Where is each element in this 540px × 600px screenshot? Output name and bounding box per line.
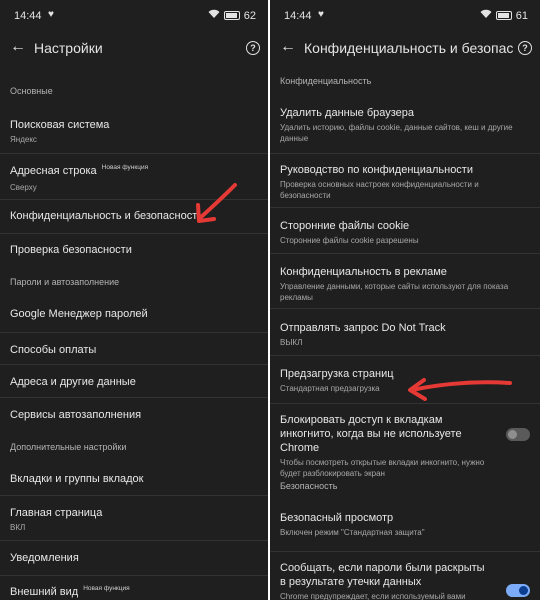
item-subtitle: Сверху [10,183,37,192]
item-title: Вкладки и группы вкладок [10,473,144,485]
settings-item-lock-incognito[interactable]: Блокировать доступ к вкладкам инкогнито,… [270,403,540,479]
section-header-advanced: Дополнительные настройки [0,442,268,452]
section-label: Пароли и автозаполнение [10,277,120,287]
item-subtitle: Управление данными, которые сайты исполь… [280,282,509,302]
item-title: Конфиденциальность в рекламе [280,266,447,278]
section-label: Дополнительные настройки [10,442,127,452]
section-label: Конфиденциальность [280,76,372,86]
settings-item-notifications[interactable]: Уведомления [0,540,268,565]
settings-item-autofill-services[interactable]: Сервисы автозаполнения [0,397,268,422]
page-title: Конфиденциальность и безопас... [304,40,514,56]
item-subtitle: Сторонние файлы cookie разрешены [280,236,419,245]
item-title: Блокировать доступ к вкладкам инкогнито,… [280,414,462,454]
item-subtitle: ВКЛ [10,523,26,532]
settings-item-preload-pages[interactable]: Предзагрузка страниц Стандартная предзаг… [270,355,540,394]
item-title: Уведомления [10,552,79,564]
item-title: Внешний вид [10,586,79,598]
lock-incognito-toggle[interactable] [506,428,530,441]
item-title: Google Менеджер паролей [10,308,148,320]
status-time: 14:44 [284,10,312,22]
help-icon[interactable]: ? [518,41,532,55]
settings-item-privacy-guide[interactable]: Руководство по конфиденциальности Провер… [270,153,540,201]
wifi-icon [208,9,220,22]
item-title: Безопасный просмотр [280,512,394,524]
item-title: Сообщать, если пароли были раскрыты в ре… [280,562,485,588]
new-feature-badge: Новая функция [83,585,130,592]
item-title: Предзагрузка страниц [280,368,394,380]
heart-icon: ♥ [318,9,324,20]
status-icons: 61 [480,9,528,22]
settings-item-ad-privacy[interactable]: Конфиденциальность в рекламе Управление … [270,253,540,303]
status-bar: 14:44 ♥ 62 [0,0,268,32]
item-subtitle: Проверка основных настроек конфиденциаль… [280,180,479,200]
battery-level: 62 [243,9,256,22]
section-header-security: Безопасность [270,481,540,491]
battery-level: 61 [515,9,528,22]
app-bar: ← Конфиденциальность и безопас... ? [270,32,540,66]
settings-item-third-party-cookies[interactable]: Сторонние файлы cookie Сторонние файлы c… [270,207,540,246]
item-subtitle: Включен режим "Стандартная защита" [280,528,425,537]
item-title: Проверка безопасности [10,244,132,256]
settings-item-clear-data[interactable]: Удалить данные браузера Удалить историю,… [270,106,540,144]
status-icons: 62 [208,9,256,22]
item-subtitle: Стандартная предзагрузка [280,384,380,393]
heart-icon: ♥ [48,9,54,20]
password-leak-toggle[interactable] [506,584,530,597]
item-title: Поисковая система [10,119,110,131]
item-subtitle: Яндекс [10,135,37,144]
item-subtitle: Chrome предупреждает, если используемый … [280,592,466,600]
settings-item-addresses[interactable]: Адреса и другие данные [0,364,268,389]
status-bar: 14:44 ♥ 61 [270,0,540,32]
section-header-passwords: Пароли и автозаполнение [0,277,268,287]
battery-icon [223,11,240,20]
settings-item-safety-check[interactable]: Проверка безопасности [0,233,268,257]
item-title: Руководство по конфиденциальности [280,164,473,176]
status-time: 14:44 [14,10,42,22]
item-title: Удалить данные браузера [280,107,415,119]
section-header-basic: Основные [0,86,268,96]
settings-item-password-manager[interactable]: Google Менеджер паролей [0,307,268,321]
privacy-security-screen: 14:44 ♥ 61 ← Конфиденциальность и безопа… [270,0,540,600]
settings-screen: 14:44 ♥ 62 ← Настройки ? Основные Поиско… [0,0,268,600]
page-title: Настройки [34,40,103,56]
item-subtitle: Удалить историю, файлы cookie, данные са… [280,123,513,143]
item-title: Конфиденциальность и безопасность [10,210,203,222]
help-icon[interactable]: ? [246,41,260,55]
item-title: Отправлять запрос Do Not Track [280,322,446,334]
section-label: Безопасность [280,481,338,491]
item-title: Главная страница [10,507,103,519]
back-arrow-icon[interactable]: ← [280,38,296,56]
settings-item-payment-methods[interactable]: Способы оплаты [0,332,268,357]
item-title: Способы оплаты [10,344,97,356]
item-subtitle: Чтобы посмотреть открытые вкладки инкогн… [280,458,485,478]
new-feature-badge: Новая функция [101,164,149,171]
settings-item-homepage[interactable]: Главная страница ВКЛ [0,495,268,533]
wifi-icon [480,9,492,22]
settings-item-search-engine[interactable]: Поисковая система Яндекс [0,118,268,145]
settings-item-tabs-groups[interactable]: Вкладки и группы вкладок [0,472,268,486]
settings-item-password-leak-alert[interactable]: Сообщать, если пароли были раскрыты в ре… [270,551,540,600]
settings-item-appearance[interactable]: Внешний вид Новая функция [0,575,268,600]
settings-item-safe-browsing[interactable]: Безопасный просмотр Включен режим "Станд… [270,511,540,538]
section-header-privacy: Конфиденциальность [270,76,540,86]
back-arrow-icon[interactable]: ← [10,38,26,56]
item-title: Сторонние файлы cookie [280,220,410,232]
item-title: Адресная строка [10,165,97,177]
app-bar: ← Настройки ? [0,32,268,66]
battery-icon [495,11,512,20]
item-title: Сервисы автозаполнения [10,409,142,421]
item-subtitle: ВЫКЛ [280,338,303,347]
item-title: Адреса и другие данные [10,376,136,388]
settings-item-privacy-security[interactable]: Конфиденциальность и безопасность [0,199,268,223]
section-label: Основные [10,86,53,96]
settings-item-address-bar[interactable]: Адресная строка Новая функция Сверху [0,153,268,193]
settings-item-do-not-track[interactable]: Отправлять запрос Do Not Track ВЫКЛ [270,308,540,348]
